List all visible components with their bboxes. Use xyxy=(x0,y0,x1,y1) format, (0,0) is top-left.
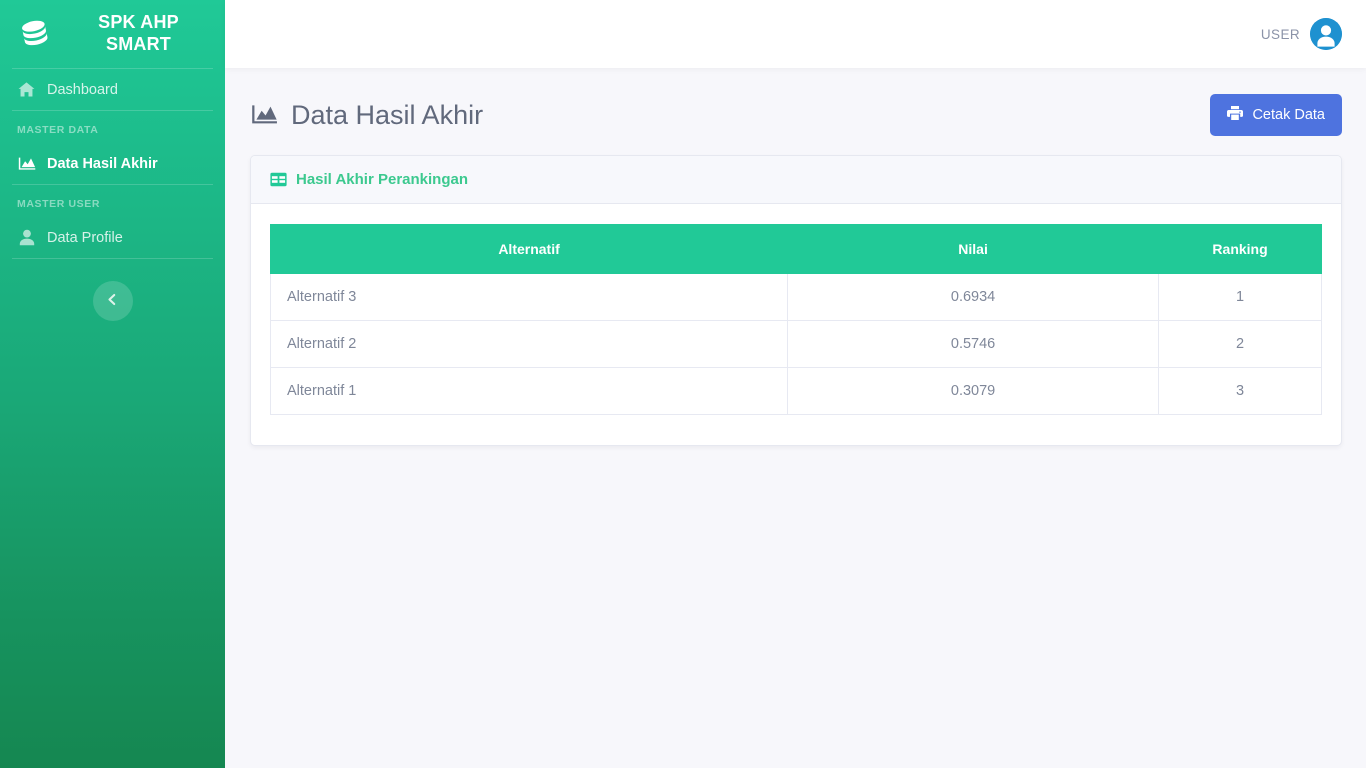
table-icon xyxy=(270,171,287,188)
cell-nilai: 0.3079 xyxy=(787,367,1160,415)
sidebar-item-data-hasil-akhir[interactable]: Data Hasil Akhir xyxy=(0,143,225,184)
print-data-button[interactable]: Cetak Data xyxy=(1210,94,1342,136)
table-row: Alternatif 1 0.3079 3 xyxy=(269,367,1322,415)
table-body: Alternatif 3 0.6934 1 Alternatif 2 0.574… xyxy=(269,273,1322,415)
sidebar: SPK AHP SMART Dashboard MASTER DATA Data… xyxy=(0,0,225,768)
table-row: Alternatif 3 0.6934 1 xyxy=(269,273,1322,321)
user-label: USER xyxy=(1260,26,1300,42)
page-title-text: Data Hasil Akhir xyxy=(291,99,484,130)
card-body: Alternatif Nilai Ranking Alternatif 3 0.… xyxy=(251,204,1341,445)
column-header-nilai: Nilai xyxy=(787,224,1160,274)
brand-title: SPK AHP SMART xyxy=(98,12,179,54)
sidebar-item-dashboard[interactable]: Dashboard xyxy=(0,69,225,110)
avatar[interactable] xyxy=(1310,18,1342,50)
sidebar-heading-master-user: MASTER USER xyxy=(17,198,101,210)
column-header-ranking: Ranking xyxy=(1158,224,1322,274)
cell-ranking: 3 xyxy=(1158,367,1322,415)
sidebar-item-data-profile[interactable]: Data Profile xyxy=(0,217,225,258)
ranking-table: Alternatif Nilai Ranking Alternatif 3 0.… xyxy=(269,224,1322,415)
print-button-label: Cetak Data xyxy=(1252,107,1325,123)
result-card: Hasil Akhir Perankingan Alternatif Nilai… xyxy=(250,155,1342,446)
cell-alternatif: Alternatif 2 xyxy=(269,320,789,368)
sidebar-brand[interactable]: SPK AHP SMART xyxy=(0,0,225,68)
chart-area-icon xyxy=(250,102,278,128)
card-header: Hasil Akhir Perankingan xyxy=(251,156,1341,204)
user-icon xyxy=(17,228,36,247)
cell-nilai: 0.5746 xyxy=(787,320,1160,368)
sidebar-item-label: Data Profile xyxy=(47,229,123,246)
table-row: Alternatif 2 0.5746 2 xyxy=(269,320,1322,368)
chart-area-icon xyxy=(17,154,36,173)
cell-alternatif: Alternatif 3 xyxy=(269,273,789,321)
table-header-row: Alternatif Nilai Ranking xyxy=(269,224,1322,274)
cell-ranking: 1 xyxy=(1158,273,1322,321)
user-menu[interactable]: USER xyxy=(1261,18,1342,50)
cell-alternatif: Alternatif 1 xyxy=(269,367,789,415)
cell-ranking: 2 xyxy=(1158,320,1322,368)
home-icon xyxy=(17,80,36,99)
sidebar-collapse-wrap xyxy=(0,259,225,321)
print-icon xyxy=(1227,105,1244,125)
column-header-alternatif: Alternatif xyxy=(269,224,789,274)
top-navbar: USER xyxy=(225,0,1366,68)
sidebar-toggle-button[interactable] xyxy=(92,281,133,321)
sidebar-item-label: Data Hasil Akhir xyxy=(47,155,158,172)
chevron-left-icon xyxy=(106,293,119,309)
card-title: Hasil Akhir Perankingan xyxy=(296,171,469,188)
sidebar-heading-master-data: MASTER DATA xyxy=(17,124,99,136)
sidebar-item-label: Dashboard xyxy=(47,81,118,98)
page-header: Data Hasil Akhir Cetak Data xyxy=(225,68,1366,150)
cell-nilai: 0.6934 xyxy=(787,273,1160,321)
app-root: SPK AHP SMART Dashboard MASTER DATA Data… xyxy=(0,0,1366,768)
database-icon xyxy=(14,13,56,55)
table-head: Alternatif Nilai Ranking xyxy=(269,224,1322,274)
page-title: Data Hasil Akhir xyxy=(250,100,483,131)
main-content: Data Hasil Akhir Cetak Data Hasil Akhir … xyxy=(225,68,1366,768)
